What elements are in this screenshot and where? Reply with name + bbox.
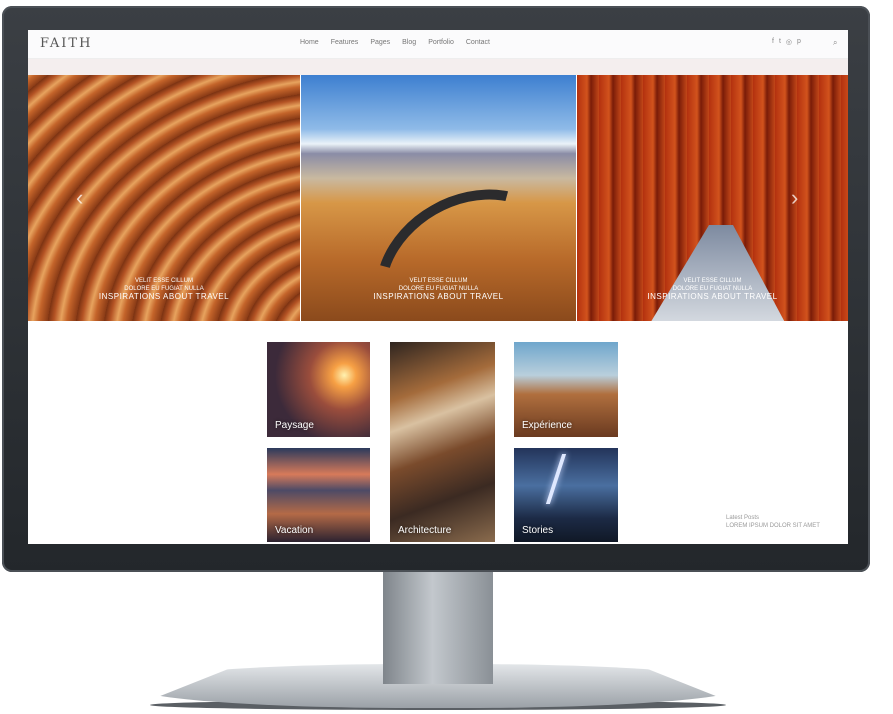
category-tile-paysage[interactable]: Paysage [267, 342, 370, 437]
slide-caption-title: INSPIRATIONS ABOUT TRAVEL [98, 292, 230, 301]
menu-item-home[interactable]: Home [300, 39, 319, 46]
monitor-stand [383, 572, 493, 684]
slide-1[interactable]: VELIT ESSE CILLUM DOLORE EU FUGIAT NULLA… [28, 75, 300, 321]
tile-label: Expérience [522, 420, 573, 431]
menu-item-pages[interactable]: Pages [370, 39, 390, 46]
main-menu: Home Features Pages Blog Portfolio Conta… [300, 39, 490, 46]
facebook-icon[interactable]: f [772, 38, 774, 46]
navbar: FAITH Home Features Pages Blog Portfolio… [28, 30, 848, 59]
category-tile-architecture[interactable]: Architecture [390, 342, 495, 542]
tile-label: Paysage [275, 420, 314, 431]
slider-prev-icon[interactable]: ‹ [76, 185, 83, 211]
slide-caption-title: INSPIRATIONS ABOUT TRAVEL [373, 292, 504, 301]
category-tile-stories[interactable]: Stories [514, 448, 618, 542]
tile-label: Stories [522, 525, 554, 536]
slide-caption-line1: VELIT ESSE CILLUM [135, 278, 193, 284]
menu-item-features[interactable]: Features [331, 39, 359, 46]
site-logo[interactable]: FAITH [40, 36, 92, 51]
top-band [28, 59, 848, 75]
slide-3[interactable]: VELIT ESSE CILLUM DOLORE EU FUGIAT NULLA… [577, 75, 848, 321]
menu-item-contact[interactable]: Contact [466, 39, 490, 46]
menu-item-portfolio[interactable]: Portfolio [428, 39, 454, 46]
slide-caption-line1: VELIT ESSE CILLUM [409, 278, 468, 284]
slide-caption: VELIT ESSE CILLUM DOLORE EU FUGIAT NULLA… [577, 277, 848, 301]
sidebar-widget: Latest Posts LOREM IPSUM DOLOR SIT AMET [726, 514, 820, 530]
twitter-icon[interactable]: t [779, 38, 781, 46]
search-icon[interactable]: ⌕ [833, 38, 837, 48]
social-links: f t ◎ p [772, 38, 801, 46]
slide-caption-line1: VELIT ESSE CILLUM [683, 278, 742, 284]
menu-item-blog[interactable]: Blog [402, 39, 416, 46]
widget-text[interactable]: LOREM IPSUM DOLOR SIT AMET [726, 522, 820, 530]
monitor-screen: FAITH Home Features Pages Blog Portfolio… [28, 30, 848, 544]
lightning-shape [545, 454, 567, 504]
category-tile-vacation[interactable]: Vacation [267, 448, 370, 542]
torii-path-shape [637, 225, 797, 321]
tile-label: Architecture [398, 525, 452, 536]
widget-title: Latest Posts [726, 515, 760, 521]
tile-label: Vacation [275, 525, 314, 536]
slide-caption: VELIT ESSE CILLUM DOLORE EU FUGIAT NULLA… [301, 277, 576, 301]
category-tile-experience[interactable]: Expérience [514, 342, 618, 437]
pinterest-icon[interactable]: p [797, 38, 801, 46]
instagram-icon[interactable]: ◎ [786, 38, 792, 46]
slide-caption-title: INSPIRATIONS ABOUT TRAVEL [647, 292, 778, 301]
slide-2[interactable]: VELIT ESSE CILLUM DOLORE EU FUGIAT NULLA… [301, 75, 576, 321]
slide-caption: VELIT ESSE CILLUM DOLORE EU FUGIAT NULLA… [28, 277, 300, 301]
slider-next-icon[interactable]: › [791, 185, 798, 211]
